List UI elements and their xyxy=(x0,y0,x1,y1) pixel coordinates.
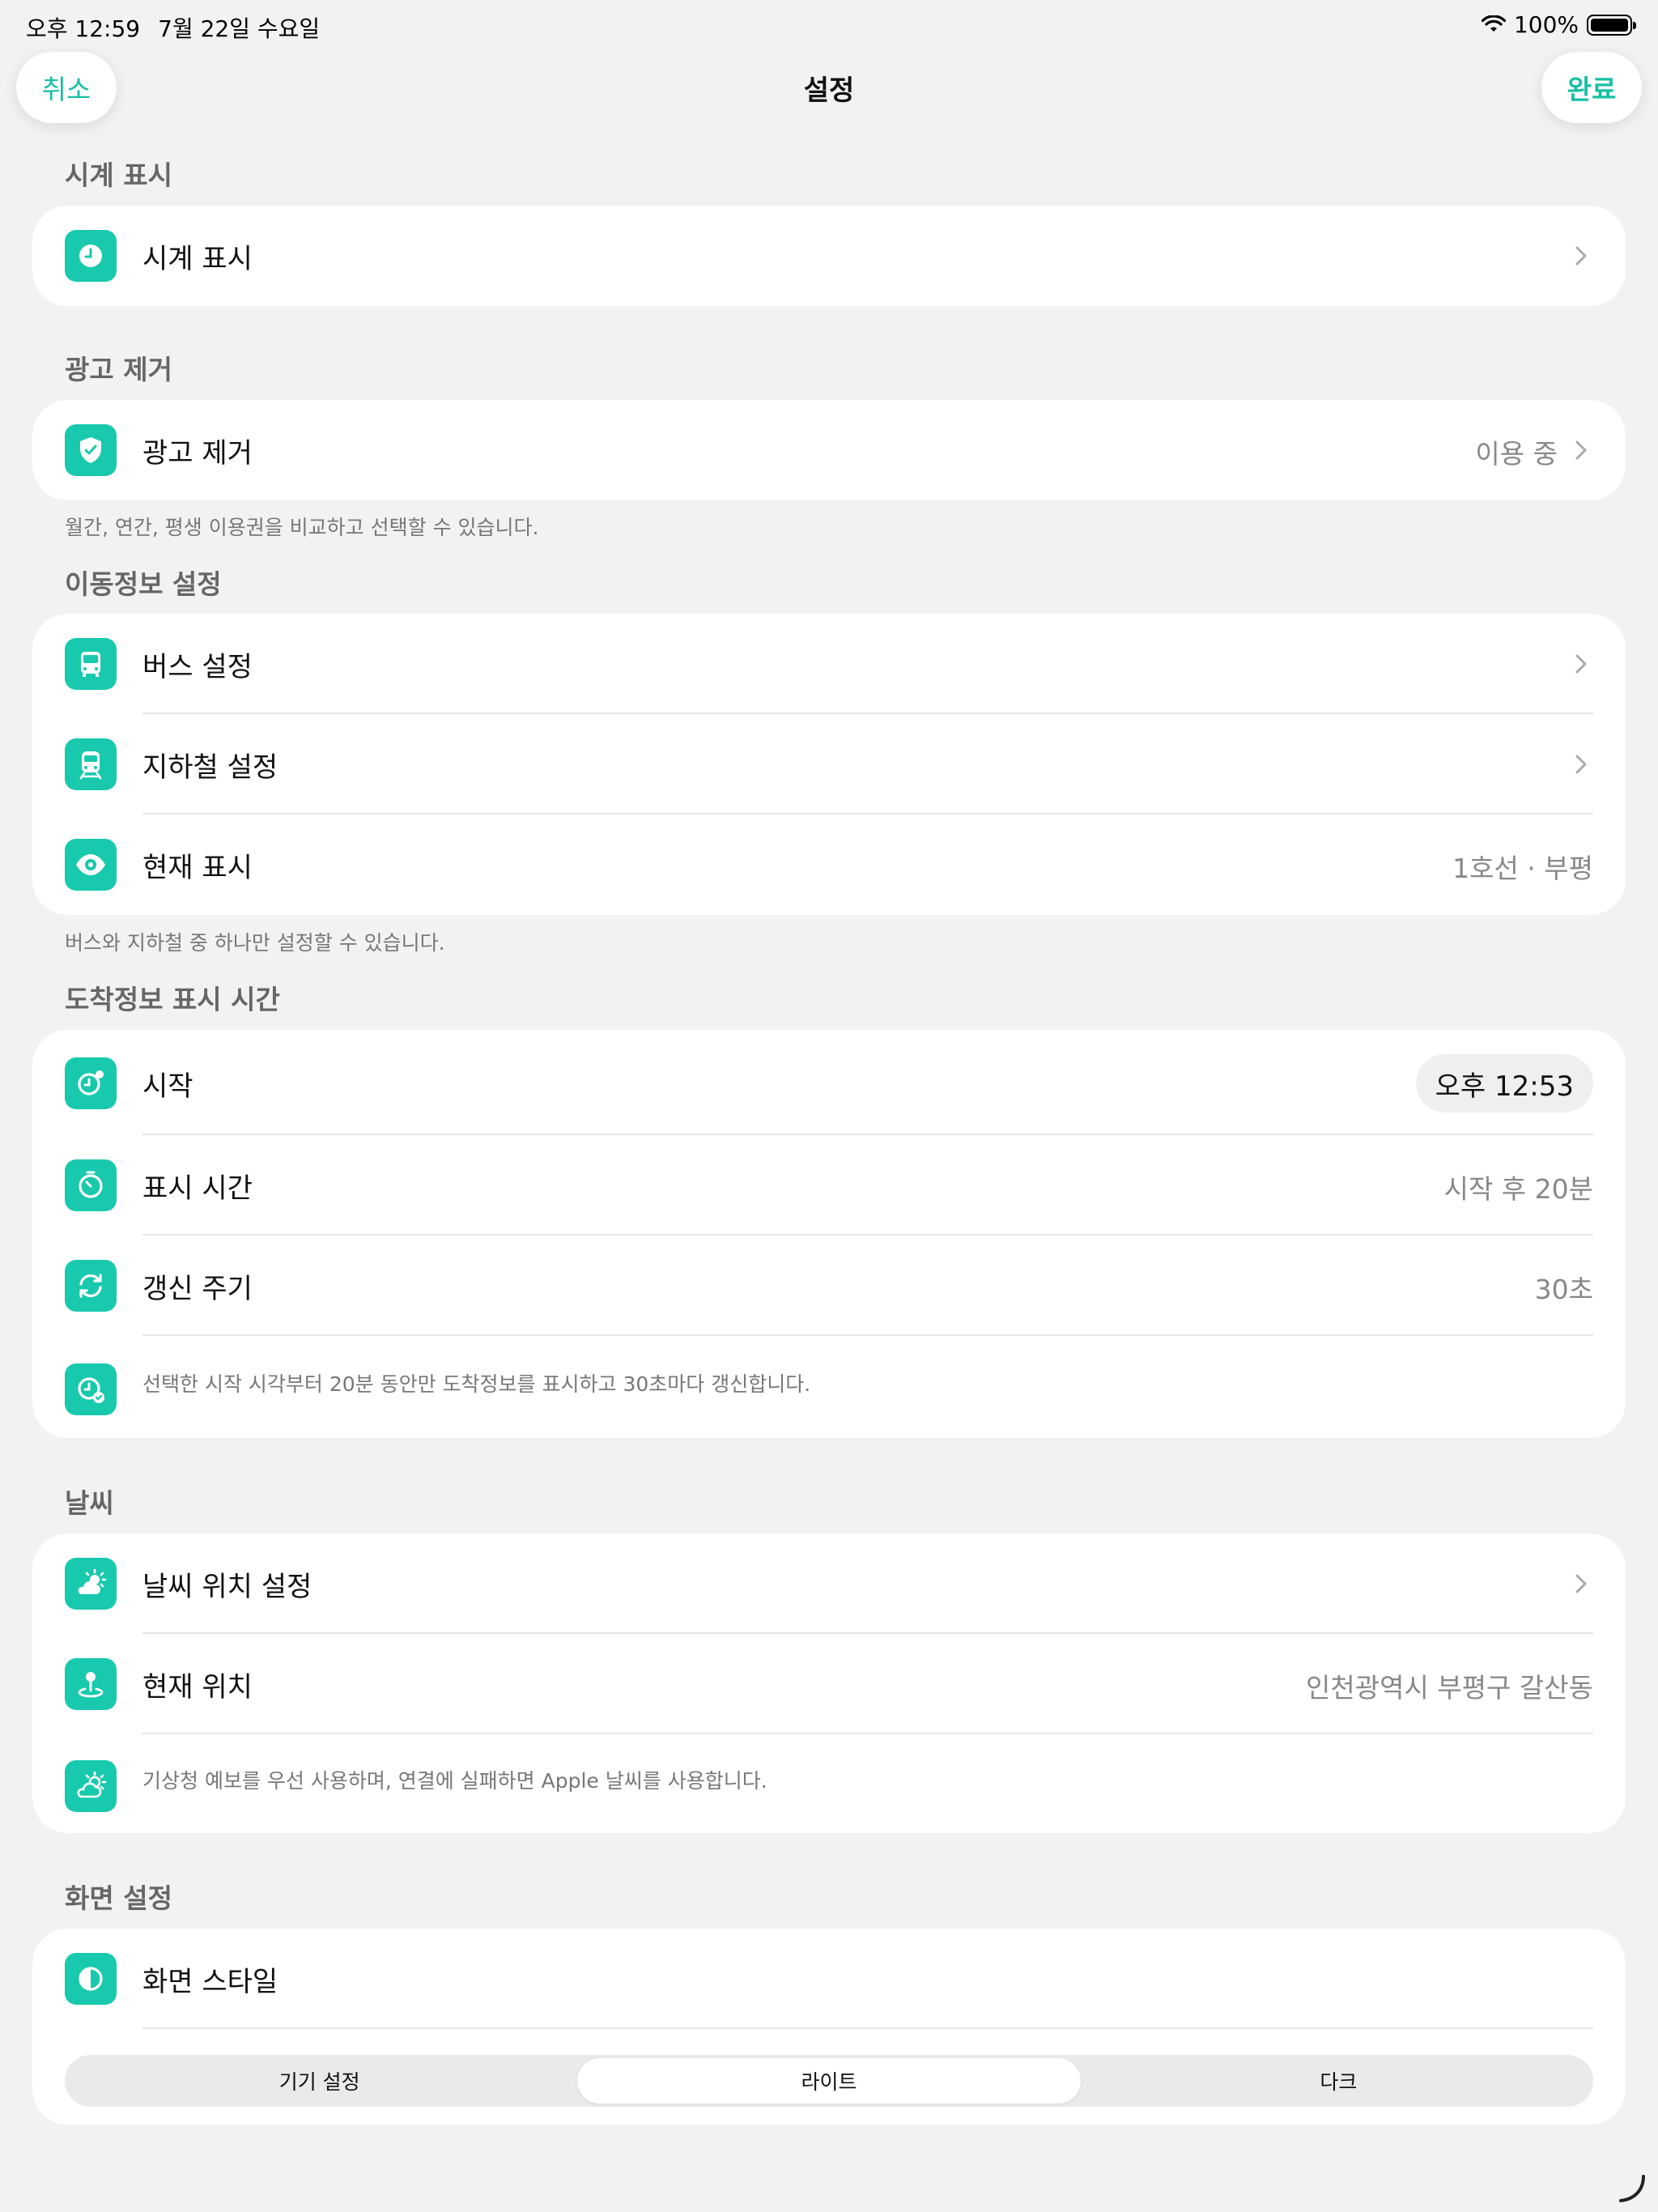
refresh-interval-row[interactable]: 갱신 주기 30초 xyxy=(32,1236,1626,1336)
subway-setting-label: 지하철 설정 xyxy=(142,751,278,784)
weather-location-setting-row[interactable]: 날씨 위치 설정 xyxy=(32,1534,1626,1634)
bus-icon xyxy=(65,638,117,690)
start-time-label: 시작 xyxy=(142,1070,193,1103)
status-time: 오후 12:59 xyxy=(26,15,141,42)
page-title: 설정 xyxy=(803,74,855,107)
segment-dark[interactable]: 다크 xyxy=(1087,2058,1590,2104)
bus-setting-label: 버스 설정 xyxy=(142,651,253,683)
arrival-card: 시작 오후 12:53 표시 시간 시작 후 20분 갱신 주기 30초 선택한… xyxy=(32,1030,1626,1438)
subway-icon xyxy=(65,738,117,790)
start-time-row: 시작 오후 12:53 xyxy=(32,1030,1626,1135)
current-display-row: 현재 표시 1호선 · 부평 xyxy=(32,815,1626,915)
refresh-icon xyxy=(65,1260,117,1312)
current-location-row: 현재 위치 인천광역시 부평구 갈산동 xyxy=(32,1634,1626,1734)
shield-check-icon xyxy=(65,424,117,476)
done-button[interactable]: 완료 xyxy=(1541,52,1642,123)
remove-ads-status: 이용 중 xyxy=(1475,438,1558,470)
wifi-icon xyxy=(1481,15,1506,32)
display-duration-value: 시작 후 20분 xyxy=(1443,1173,1593,1205)
display-style-row: 화면 스타일 xyxy=(32,1929,1626,2029)
clock-icon xyxy=(65,230,117,282)
weather-location-setting-label: 날씨 위치 설정 xyxy=(142,1571,312,1603)
remove-ads-label: 광고 제거 xyxy=(142,437,253,470)
chevron-right-icon xyxy=(1575,1574,1587,1593)
current-location-label: 현재 위치 xyxy=(142,1671,253,1704)
chevron-right-icon xyxy=(1575,246,1587,266)
clock-card: 시계 표시 xyxy=(32,206,1626,306)
section-header-arrival: 도착정보 표시 시간 xyxy=(65,984,280,1015)
chevron-right-icon xyxy=(1575,440,1587,460)
bus-setting-row[interactable]: 버스 설정 xyxy=(32,614,1626,714)
current-display-value: 1호선 · 부평 xyxy=(1452,853,1593,884)
section-header-display: 화면 설정 xyxy=(65,1882,172,1914)
section-header-clock: 시계 표시 xyxy=(65,160,172,191)
resize-handle-icon[interactable] xyxy=(1616,2172,1648,2204)
row-divider xyxy=(142,2027,1593,2029)
display-duration-label: 표시 시간 xyxy=(142,1172,253,1205)
subway-setting-row[interactable]: 지하철 설정 xyxy=(32,714,1626,815)
weather-card: 날씨 위치 설정 현재 위치 인천광역시 부평구 갈산동 기상청 예보를 우선 … xyxy=(32,1534,1626,1833)
display-style-segmented-control: 기기 설정 라이트 다크 xyxy=(65,2055,1593,2107)
status-date: 7월 22일 수요일 xyxy=(158,15,321,42)
display-card: 화면 스타일 기기 설정 라이트 다크 xyxy=(32,1929,1626,2125)
remove-ads-row[interactable]: 광고 제거 이용 중 xyxy=(32,400,1626,500)
refresh-interval-value: 30초 xyxy=(1534,1274,1593,1305)
refresh-interval-label: 갱신 주기 xyxy=(142,1273,253,1305)
status-bar: 오후 12:59 7월 22일 수요일 100% xyxy=(0,0,1658,50)
partly-sunny-outline-icon xyxy=(65,1760,117,1812)
current-display-label: 현재 표시 xyxy=(142,852,253,884)
clock-display-row[interactable]: 시계 표시 xyxy=(32,206,1626,306)
battery-percent: 100% xyxy=(1513,11,1579,38)
segment-light[interactable]: 라이트 xyxy=(577,2058,1081,2104)
display-duration-row[interactable]: 표시 시간 시작 후 20분 xyxy=(32,1135,1626,1236)
ads-footer-note: 월간, 연간, 평생 이용권을 비교하고 선택할 수 있습니다. xyxy=(65,516,539,539)
section-header-transit: 이동정보 설정 xyxy=(65,568,222,600)
transit-card: 버스 설정 지하철 설정 현재 표시 1호선 · 부평 xyxy=(32,614,1626,915)
clock-display-label: 시계 표시 xyxy=(142,243,253,275)
location-pin-icon xyxy=(65,1658,117,1710)
chevron-right-icon xyxy=(1575,755,1587,774)
eye-icon xyxy=(65,839,117,891)
section-header-ads: 광고 제거 xyxy=(65,354,172,385)
section-header-weather: 날씨 xyxy=(65,1487,114,1519)
contrast-icon xyxy=(65,1953,117,2005)
weather-description: 기상청 예보를 우선 사용하며, 연결에 실패하면 Apple 날씨를 사용합니… xyxy=(142,1769,767,1793)
weather-description-row: 기상청 예보를 우선 사용하며, 연결에 실패하면 Apple 날씨를 사용합니… xyxy=(32,1734,1626,1833)
start-time-picker[interactable]: 오후 12:53 xyxy=(1415,1054,1593,1112)
clock-check-icon xyxy=(65,1363,117,1415)
timer-start-icon xyxy=(65,1057,117,1109)
arrival-description-row: 선택한 시작 시각부터 20분 동안만 도착정보를 표시하고 30초마다 갱신합… xyxy=(32,1336,1626,1438)
battery-icon xyxy=(1587,14,1636,36)
ads-card: 광고 제거 이용 중 xyxy=(32,400,1626,500)
timer-icon xyxy=(65,1159,117,1211)
partly-sunny-icon xyxy=(65,1558,117,1610)
segment-device[interactable]: 기기 설정 xyxy=(68,2058,571,2104)
chevron-right-icon xyxy=(1575,654,1587,674)
current-location-value: 인천광역시 부평구 갈산동 xyxy=(1306,1672,1593,1704)
arrival-description: 선택한 시작 시각부터 20분 동안만 도착정보를 표시하고 30초마다 갱신합… xyxy=(142,1372,811,1396)
transit-footer-note: 버스와 지하철 중 하나만 설정할 수 있습니다. xyxy=(65,931,445,955)
display-style-label: 화면 스타일 xyxy=(142,1966,278,1998)
